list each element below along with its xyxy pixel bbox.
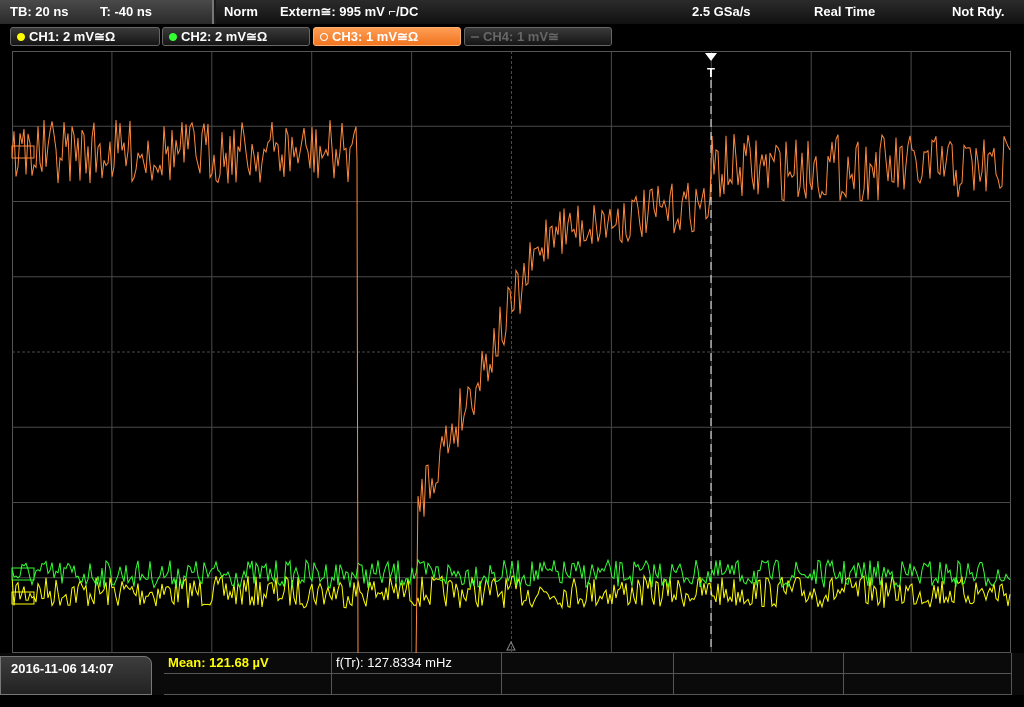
measurement-frequency: f(Tr): 127.8334 mHz	[332, 653, 502, 674]
measurement-slot-9	[674, 674, 844, 695]
date-time: 2016-11-06 14:07	[11, 661, 114, 676]
waveform-canvas: T	[11, 51, 1011, 661]
measurement-mean: Mean: 121.68 µV	[164, 653, 332, 674]
measurement-panel[interactable]: Mean: 121.68 µV f(Tr): 127.8334 mHz	[164, 653, 1012, 695]
measurement-slot-3	[502, 653, 674, 674]
measurement-slot-7	[332, 674, 502, 695]
measurement-slot-6	[164, 674, 332, 695]
trigger-marker-arrow-icon	[705, 53, 717, 61]
measurement-slot-8	[502, 674, 674, 695]
date-time-box[interactable]: 2016-11-06 14:07	[0, 656, 152, 695]
measurement-slot-4	[674, 653, 844, 674]
measurement-slot-5	[844, 653, 1012, 674]
measurement-slot-10	[844, 674, 1012, 695]
channel-offset-markers	[11, 145, 35, 605]
trigger-marker[interactable]: T	[705, 53, 717, 80]
trigger-marker-label: T	[707, 65, 715, 80]
